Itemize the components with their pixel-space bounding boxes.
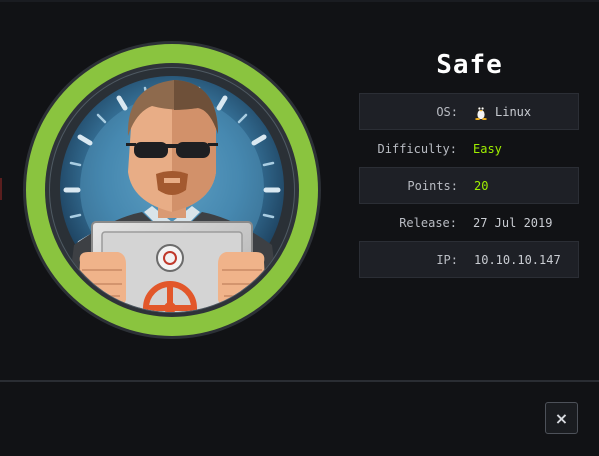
points-label: Points: xyxy=(407,178,458,193)
os-label: OS: xyxy=(436,104,458,119)
os-value-text: Linux xyxy=(495,104,532,119)
edge-marker xyxy=(0,178,2,200)
close-icon: × xyxy=(554,408,569,428)
release-label: Release: xyxy=(399,215,457,230)
modal-top-border xyxy=(0,0,599,2)
info-row-points: Points: 20 xyxy=(359,167,579,204)
ip-label: IP: xyxy=(436,252,458,267)
machine-avatar xyxy=(22,40,322,340)
release-value: 27 Jul 2019 xyxy=(473,215,553,230)
difficulty-value: Easy xyxy=(473,141,502,156)
close-button[interactable]: × xyxy=(545,402,578,434)
machine-info-table: OS: Linux Difficulty: Easy Points: 20 Re… xyxy=(359,93,579,278)
footer-divider xyxy=(0,380,599,382)
difficulty-label: Difficulty: xyxy=(377,141,457,156)
info-row-difficulty: Difficulty: Easy xyxy=(359,130,579,167)
machine-info-modal: Safe OS: Linux Difficulty: Easy Points: … xyxy=(0,0,599,456)
info-row-os: OS: Linux xyxy=(359,93,579,130)
ip-value: 10.10.10.147 xyxy=(474,252,561,267)
points-value: 20 xyxy=(474,178,489,193)
linux-tux-icon xyxy=(475,106,487,120)
os-value: Linux xyxy=(474,104,531,120)
machine-name: Safe xyxy=(436,50,503,80)
info-row-ip: IP: 10.10.10.147 xyxy=(359,241,579,278)
info-row-release: Release: 27 Jul 2019 xyxy=(359,204,579,241)
